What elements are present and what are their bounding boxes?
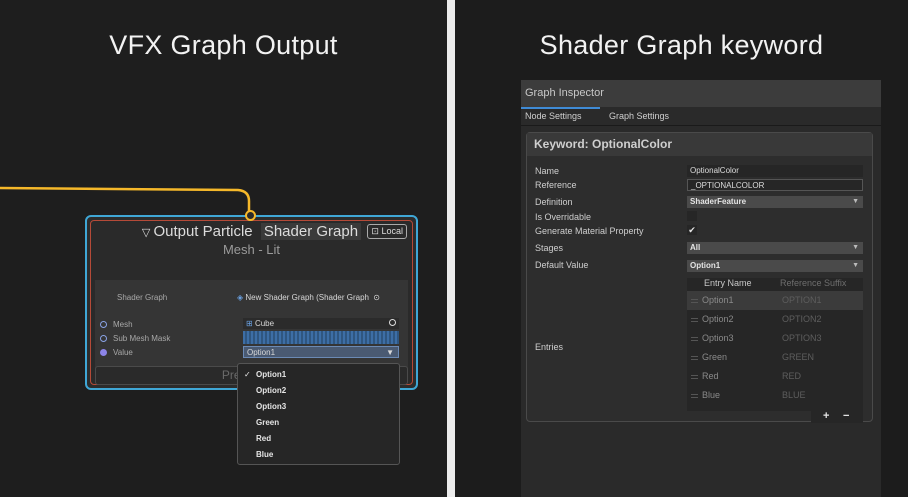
definition-dropdown[interactable]: ShaderFeature ▼: [687, 196, 863, 208]
keyword-section: Keyword: OptionalColor Name OptionalColo…: [526, 132, 873, 423]
overridable-checkbox[interactable]: [687, 211, 697, 221]
mesh-value: ⊞ Cube: [246, 319, 275, 328]
entry-suffix[interactable]: RED: [782, 371, 801, 381]
vfx-graph-panel: VFX Graph Output ▽ Output Particle Shade…: [0, 0, 447, 497]
shader-graph-panel: Shader Graph keyword Graph Inspector Nod…: [455, 0, 908, 497]
keyword-section-title[interactable]: Keyword: OptionalColor: [527, 133, 872, 156]
sub-mesh-mask-label: Sub Mesh Mask: [113, 334, 171, 343]
entry-name[interactable]: Red: [702, 371, 719, 381]
entry-suffix[interactable]: GREEN: [782, 352, 814, 362]
checkmark-icon: ✓: [244, 370, 251, 379]
inspector-header: Graph Inspector: [521, 80, 881, 107]
entry-suffix[interactable]: BLUE: [782, 390, 806, 400]
entry-row[interactable]: Option3 OPTION3: [687, 329, 863, 348]
definition-label: Definition: [535, 197, 573, 207]
entry-row[interactable]: Option2 OPTION2: [687, 310, 863, 329]
shader-panel-title: Shader Graph keyword: [539, 30, 824, 60]
sub-mesh-mask-port[interactable]: [100, 335, 107, 342]
node-title-shader-graph: Shader Graph: [260, 223, 362, 240]
tab-graph-settings[interactable]: Graph Settings: [609, 111, 669, 121]
entries-list: Entry Name Reference Suffix Option1 OPTI…: [687, 278, 863, 411]
remove-entry-button[interactable]: −: [843, 410, 849, 422]
name-input[interactable]: OptionalColor: [687, 165, 863, 177]
reference-label: Reference: [535, 180, 577, 190]
chevron-down-icon: ▼: [386, 348, 394, 357]
reference-input[interactable]: _OPTIONALCOLOR: [687, 179, 863, 191]
node-title-prefix: Output Particle: [153, 223, 253, 240]
entry-row[interactable]: Red RED: [687, 367, 863, 386]
sub-mesh-mask-field[interactable]: [243, 331, 399, 344]
stages-label: Stages: [535, 243, 564, 253]
gen-material-checkbox[interactable]: ✔: [687, 225, 697, 235]
entries-footer: + −: [811, 410, 863, 423]
node-subtitle: Mesh - Lit: [222, 242, 281, 257]
shader-graph-value: New Shader Graph (Shader Graph: [245, 293, 369, 302]
entry-name[interactable]: Blue: [702, 390, 720, 400]
entry-name[interactable]: Option2: [702, 314, 734, 324]
entry-name[interactable]: Green: [702, 352, 727, 362]
node-properties: Shader Graph ◈ New Shader Graph (Shader …: [95, 280, 408, 372]
drag-handle-icon[interactable]: [691, 375, 698, 379]
entry-name-header: Entry Name: [704, 278, 752, 288]
mesh-input-port[interactable]: [100, 321, 107, 328]
entry-suffix[interactable]: OPTION1: [782, 295, 822, 305]
entry-row[interactable]: Option1 OPTION1: [687, 291, 863, 310]
entry-name[interactable]: Option1: [702, 295, 734, 305]
drag-handle-icon[interactable]: [691, 394, 698, 398]
reference-suffix-header: Reference Suffix: [780, 278, 847, 288]
stages-dropdown[interactable]: All ▼: [687, 242, 863, 254]
local-space-label: Local: [381, 226, 403, 236]
default-value-dropdown[interactable]: Option1 ▼: [687, 260, 863, 272]
mesh-picker-icon[interactable]: [389, 319, 396, 326]
default-value-label: Default Value: [535, 260, 589, 270]
chevron-down-icon: ▼: [852, 262, 859, 269]
gen-material-label: Generate Material Property: [535, 226, 644, 236]
value-input-port[interactable]: [100, 349, 107, 356]
menu-item-green[interactable]: Green: [256, 418, 279, 427]
menu-item-red[interactable]: Red: [256, 434, 271, 443]
menu-item-option2[interactable]: Option2: [256, 386, 286, 395]
drag-handle-icon[interactable]: [691, 356, 698, 360]
local-space-button[interactable]: ⊡ Local: [367, 224, 407, 239]
shader-graph-label: Shader Graph: [117, 293, 168, 302]
entry-row[interactable]: Blue BLUE: [687, 386, 863, 405]
value-dropdown-menu: ✓ Option1 Option2 Option3 Green Red Blue: [237, 363, 400, 465]
value-dropdown[interactable]: Option1 ▼: [243, 346, 399, 358]
mesh-label: Mesh: [113, 320, 133, 329]
add-entry-button[interactable]: +: [823, 410, 829, 422]
entry-suffix[interactable]: OPTION3: [782, 333, 822, 343]
stages-value: All: [690, 243, 701, 252]
menu-item-blue[interactable]: Blue: [256, 450, 273, 459]
node-input-port[interactable]: [245, 210, 256, 221]
entry-name[interactable]: Option3: [702, 333, 734, 343]
entry-suffix[interactable]: OPTION2: [782, 314, 822, 324]
drag-handle-icon[interactable]: [691, 299, 698, 303]
overridable-label: Is Overridable: [535, 212, 592, 222]
entry-row[interactable]: Green GREEN: [687, 348, 863, 367]
mesh-icon: ⊞: [246, 319, 255, 328]
menu-item-option1[interactable]: Option1: [256, 370, 286, 379]
value-label: Value: [113, 348, 133, 357]
graph-inspector: Graph Inspector Node Settings Graph Sett…: [521, 80, 881, 497]
drag-handle-icon[interactable]: [691, 337, 698, 341]
local-space-icon: ⊡: [371, 226, 379, 236]
tab-node-settings[interactable]: Node Settings: [525, 111, 582, 121]
mesh-field[interactable]: ⊞ Cube: [243, 318, 399, 329]
value-selected: Option1: [247, 348, 276, 357]
object-picker-icon[interactable]: ⊙: [373, 293, 380, 302]
node-context-icon: ▽: [141, 227, 154, 239]
shader-graph-field[interactable]: ◈ New Shader Graph (Shader Graph ⊙: [237, 293, 380, 302]
name-label: Name: [535, 166, 560, 176]
menu-item-option3[interactable]: Option3: [256, 402, 286, 411]
default-value: Option1: [690, 261, 721, 270]
active-tab-indicator: [521, 107, 600, 109]
chevron-down-icon: ▼: [852, 244, 859, 251]
definition-value: ShaderFeature: [690, 197, 747, 206]
drag-handle-icon[interactable]: [691, 318, 698, 322]
chevron-down-icon: ▼: [852, 198, 859, 205]
tab-divider: [521, 125, 881, 126]
entries-label: Entries: [535, 342, 564, 352]
